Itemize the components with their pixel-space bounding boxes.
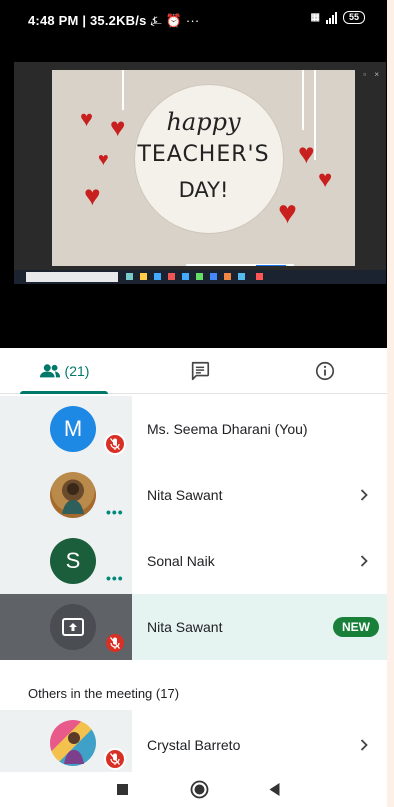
mic-off-icon [104, 632, 126, 654]
alarm-icon: ⍼ ⏰ ··· [150, 13, 200, 28]
android-nav-bar [0, 772, 387, 807]
taskbar-app-icon [182, 273, 189, 280]
more-options-icon[interactable]: ••• [106, 570, 124, 586]
tab-chat[interactable] [140, 348, 260, 394]
video-area[interactable]: 4:48 PM | 35.2KB/s ⍼ ⏰ ··· ▦ 55 - ▫ × ha… [0, 0, 387, 348]
avatar: M [50, 406, 96, 452]
chevron-right-icon[interactable] [357, 488, 371, 502]
heart-icon: ♥ [84, 180, 101, 211]
info-icon [315, 361, 334, 381]
participant-name: Nita Sawant [147, 487, 223, 503]
recent-apps-icon[interactable] [116, 783, 129, 796]
signal-icon [325, 11, 337, 24]
taskbar-app-icon [140, 273, 147, 280]
taskbar-app-icon [168, 273, 175, 280]
taskbar-app-icon [196, 273, 203, 280]
new-badge: NEW [333, 617, 379, 637]
present-screen-icon [62, 618, 84, 636]
heart-icon: ♥ [278, 194, 297, 230]
participant-name: Sonal Naik [147, 553, 215, 569]
vowifi-icon: ▦ [310, 12, 320, 23]
status-time: 4:48 PM | 35.2KB/s ⍼ ⏰ ··· [28, 13, 200, 28]
participant-row[interactable]: ••• Nita Sawant [0, 462, 387, 528]
people-count: (21) [64, 363, 90, 379]
chat-icon [191, 361, 210, 381]
heart-icon: ♥ [110, 112, 126, 142]
taskbar-app-icon [210, 273, 217, 280]
heart-icon: ♥ [80, 106, 94, 131]
avatar: S [50, 538, 96, 584]
meet-screen: 4:48 PM | 35.2KB/s ⍼ ⏰ ··· ▦ 55 - ▫ × ha… [0, 0, 387, 807]
battery-icon: 55 [342, 11, 365, 24]
participant-row[interactable]: S ••• Sonal Naik [0, 528, 387, 594]
section-title-others: Others in the meeting (17) [28, 686, 180, 701]
meeting-tabs: (21) [0, 348, 387, 394]
participant-row-presenting[interactable]: Nita Sawant NEW [0, 594, 387, 660]
participant-name: Crystal Barreto [147, 737, 241, 753]
taskbar-app-icon [126, 273, 133, 280]
mic-off-icon [104, 748, 126, 770]
taskbar-app-icon [224, 273, 231, 280]
taskbar-app-icon [238, 273, 245, 280]
window-controls-icon: - ▫ × [352, 70, 382, 79]
participant-row[interactable]: Crystal Barreto [0, 710, 387, 772]
taskbar-app-icon [154, 273, 161, 280]
profile-photo-icon [62, 483, 84, 514]
avatar-initial: S [65, 548, 81, 573]
avatar-initial: M [63, 416, 83, 441]
home-icon[interactable] [190, 780, 209, 799]
screen-share-notice [186, 264, 294, 266]
avatar [50, 720, 96, 766]
participant-row[interactable]: M Ms. Seema Dharani (You) [0, 396, 387, 462]
people-icon [39, 364, 60, 378]
card-text-happy: happy [166, 108, 241, 136]
heart-icon: ♥ [298, 138, 315, 169]
string-decoration [122, 70, 124, 110]
heart-icon: ♥ [318, 166, 333, 193]
status-icons: ▦ 55 [311, 11, 365, 24]
status-bar: 4:48 PM | 35.2KB/s ⍼ ⏰ ··· ▦ 55 [0, 0, 387, 40]
participant-name: Ms. Seema Dharani (You) [147, 421, 308, 437]
back-icon[interactable] [268, 782, 281, 797]
mic-off-icon [104, 433, 126, 455]
taskbar-app-icon [256, 273, 263, 280]
taskbar-search [26, 272, 118, 282]
participant-name: Nita Sawant [147, 619, 223, 635]
greeting-card: happy TEACHER'S DAY! ♥ ♥ ♥ ♥ ♥ ♥ ♥ [52, 70, 355, 266]
shared-screen[interactable]: - ▫ × happy TEACHER'S DAY! ♥ ♥ ♥ ♥ ♥ ♥ ♥ [14, 62, 386, 284]
avatar [50, 472, 96, 518]
tab-info[interactable] [262, 348, 387, 394]
profile-photo-icon [64, 732, 84, 764]
chevron-right-icon[interactable] [357, 554, 371, 568]
more-options-icon[interactable]: ••• [106, 504, 124, 520]
chevron-right-icon[interactable] [357, 738, 371, 752]
avatar [50, 604, 96, 650]
heart-icon: ♥ [98, 149, 109, 169]
windows-taskbar [14, 270, 386, 284]
tab-people[interactable]: (21) [0, 348, 128, 394]
